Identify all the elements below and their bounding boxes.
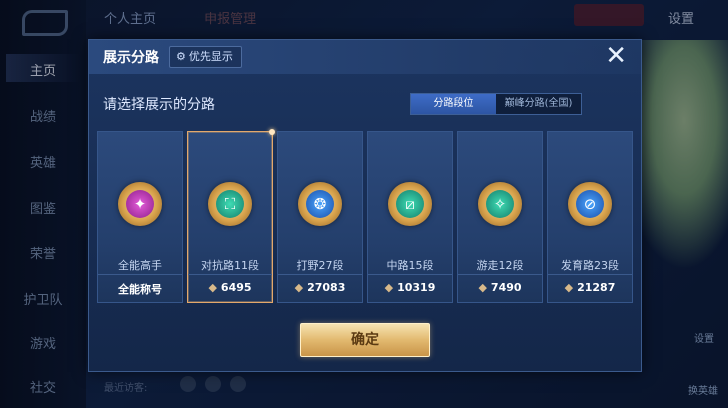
- lane-card-roam[interactable]: ✧ 游走12段 ◆ 7490: [457, 131, 543, 303]
- score-value: 全能称号: [118, 283, 162, 296]
- lane-score: 全能称号: [98, 281, 182, 297]
- selected-marker: [269, 129, 275, 135]
- lane-name: 发育路23段: [561, 259, 619, 272]
- card-divider: [188, 274, 272, 275]
- card-divider: [368, 274, 452, 275]
- score-value: 10319: [397, 281, 436, 294]
- diamond-icon: ◆: [564, 281, 574, 294]
- card-divider: [458, 274, 542, 275]
- emblem-frame: ⛶: [203, 182, 257, 226]
- diamond-icon: ◆: [208, 281, 217, 294]
- card-divider: [98, 274, 182, 275]
- lane-card-mid[interactable]: ⧄ 中路15段 ◆ 10319: [367, 131, 453, 303]
- dialog-subtitle: 请选择展示的分路: [103, 97, 215, 113]
- diamond-icon: ◆: [294, 281, 304, 294]
- lane-card-clash[interactable]: ⛶ 对抗路11段 ◆ 6495: [187, 129, 275, 303]
- priority-display-button[interactable]: ⚙ 优先显示: [169, 46, 242, 68]
- emblem-frame: ✦: [113, 182, 167, 226]
- confirm-button[interactable]: 确定: [300, 323, 430, 357]
- lane-card-jungle[interactable]: ❂ 打野27段 ◆ 27083: [277, 131, 363, 303]
- score-value: 6495: [220, 281, 252, 294]
- emblem-frame: ✧: [473, 182, 527, 226]
- close-icon[interactable]: ✕: [605, 42, 627, 70]
- score-value: 27083: [307, 281, 346, 294]
- score-value: 21287: [577, 281, 616, 294]
- emblem-frame: ❂: [293, 182, 347, 226]
- lane-score: ◆ 7490: [458, 281, 542, 294]
- clash-lane-emblem-icon: ⛶: [216, 190, 244, 218]
- lane-score: ◆ 6495: [188, 281, 272, 294]
- all-round-emblem-icon: ✦: [126, 190, 154, 218]
- dialog-title: 展示分路: [103, 50, 159, 66]
- gear-icon: ⚙: [176, 50, 186, 63]
- mid-lane-emblem-icon: ⧄: [396, 190, 424, 218]
- lane-score: ◆ 27083: [278, 281, 362, 294]
- score-value: 7490: [490, 281, 522, 294]
- mode-toggle: 分路段位 巅峰分路(全国): [410, 93, 582, 115]
- lane-card-farm[interactable]: ⊘ 发育路23段 ◆ 21287: [547, 131, 633, 303]
- diamond-icon: ◆: [478, 281, 487, 294]
- lane-score: ◆ 10319: [368, 281, 452, 294]
- diamond-icon: ◆: [384, 281, 394, 294]
- card-divider: [278, 274, 362, 275]
- lane-name: 中路15段: [386, 259, 434, 272]
- emblem-frame: ⊘: [563, 182, 617, 226]
- lane-name: 游走12段: [476, 259, 524, 272]
- lane-name: 全能高手: [118, 259, 162, 272]
- priority-label: 优先显示: [188, 50, 233, 63]
- tab-peak-lane[interactable]: 巅峰分路(全国): [496, 94, 581, 114]
- card-divider: [548, 274, 632, 275]
- farm-lane-emblem-icon: ⊘: [576, 190, 604, 218]
- lane-name: 打野27段: [296, 259, 344, 272]
- dialog-header: 展示分路 ⚙ 优先显示 ✕: [89, 40, 641, 74]
- roam-emblem-icon: ✧: [486, 190, 514, 218]
- lane-card-all-round[interactable]: ✦ 全能高手 全能称号: [97, 131, 183, 303]
- lane-name: 对抗路11段: [201, 259, 259, 272]
- lane-score: ◆ 21287: [548, 281, 632, 294]
- emblem-frame: ⧄: [383, 182, 437, 226]
- jungle-emblem-icon: ❂: [306, 190, 334, 218]
- tab-lane-rank[interactable]: 分路段位: [411, 94, 496, 114]
- lane-display-dialog: 展示分路 ⚙ 优先显示 ✕ 请选择展示的分路 分路段位 巅峰分路(全国) ✦ 全能…: [88, 39, 642, 372]
